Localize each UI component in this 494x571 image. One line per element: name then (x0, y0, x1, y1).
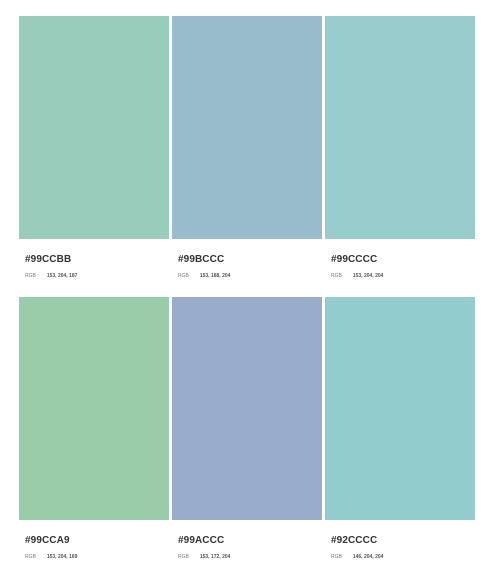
hex-code: #92CCCC (331, 535, 378, 546)
rgb-label: RGB (178, 554, 189, 560)
hex-code: #99CCA9 (25, 535, 70, 546)
rgb-label: RGB (25, 273, 36, 279)
rgb-row: RGB 146, 204, 204 (325, 554, 475, 560)
rgb-label: RGB (331, 273, 342, 279)
rgb-value: 153, 204, 169 (46, 554, 78, 560)
rgb-value: 153, 172, 204 (199, 554, 231, 560)
color-card[interactable]: #99BCCC RGB 153, 188, 204 (172, 16, 322, 279)
hex-code: #99CCBB (25, 254, 72, 265)
rgb-value: 153, 188, 204 (199, 273, 231, 279)
rgb-row: RGB 153, 172, 204 (172, 554, 322, 560)
color-card[interactable]: #99CCA9 RGB 153, 204, 169 (19, 297, 169, 560)
color-swatch[interactable] (325, 297, 475, 520)
rgb-label: RGB (331, 554, 342, 560)
color-palette-grid: #99CCBB RGB 153, 204, 187 #99BCCC RGB 15… (19, 16, 475, 560)
color-card[interactable]: #99CCBB RGB 153, 204, 187 (19, 16, 169, 279)
color-swatch[interactable] (325, 16, 475, 239)
rgb-row: RGB 153, 204, 204 (325, 273, 475, 279)
color-swatch[interactable] (19, 297, 169, 520)
color-card[interactable]: #99CCCC RGB 153, 204, 204 (325, 16, 475, 279)
rgb-value: 146, 204, 204 (352, 554, 384, 560)
rgb-row: RGB 153, 188, 204 (172, 273, 322, 279)
color-swatch[interactable] (19, 16, 169, 239)
rgb-value: 153, 204, 187 (46, 273, 78, 279)
rgb-label: RGB (25, 554, 36, 560)
color-swatch[interactable] (172, 16, 322, 239)
color-card[interactable]: #92CCCC RGB 146, 204, 204 (325, 297, 475, 560)
color-swatch[interactable] (172, 297, 322, 520)
rgb-label: RGB (178, 273, 189, 279)
rgb-row: RGB 153, 204, 187 (19, 273, 169, 279)
color-card[interactable]: #99ACCC RGB 153, 172, 204 (172, 297, 322, 560)
rgb-value: 153, 204, 204 (352, 273, 384, 279)
hex-code: #99BCCC (178, 254, 225, 265)
hex-code: #99CCCC (331, 254, 378, 265)
hex-code: #99ACCC (178, 535, 225, 546)
rgb-row: RGB 153, 204, 169 (19, 554, 169, 560)
